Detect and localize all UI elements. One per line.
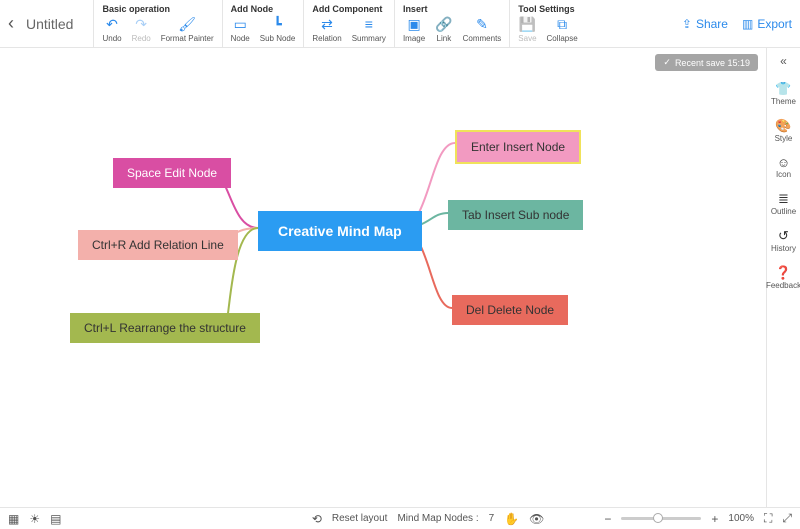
group-tool-settings: Tool Settings 💾Save ⧉Collapse [509, 0, 585, 47]
collapse-icon: ⧉ [557, 16, 567, 32]
redo-button[interactable]: ↷Redo [132, 16, 151, 43]
theme-icon: 👕 [775, 81, 791, 97]
zoom-out-button[interactable]: − [604, 512, 611, 526]
nodes-count: 7 [489, 513, 495, 524]
node-left-3[interactable]: Ctrl+L Rearrange the structure [70, 313, 260, 343]
top-toolbar: ‹ Untitled Basic operation ↶Undo ↷Redo 🖌… [0, 0, 800, 48]
sidebar-theme[interactable]: 👕Theme [771, 78, 796, 109]
group-insert: Insert ▣Image 🔗Link ✎Comments [394, 0, 509, 47]
undo-icon: ↶ [106, 16, 118, 32]
outline-icon: ≣ [778, 191, 789, 207]
sidebar-style[interactable]: 🎨Style [775, 115, 793, 146]
zoom-thumb[interactable] [653, 513, 663, 523]
insert-image-button[interactable]: ▣Image [403, 16, 425, 43]
relation-button[interactable]: ⇄Relation [312, 16, 341, 43]
node-right-3[interactable]: Del Delete Node [452, 295, 568, 325]
hand-icon[interactable]: ✋ [504, 512, 519, 526]
zoom-in-button[interactable]: + [711, 512, 718, 526]
history-icon: ↺ [778, 228, 789, 244]
doc-title[interactable]: Untitled [26, 16, 73, 32]
right-sidebar: « 👕Theme 🎨Style ☺Icon ≣Outline ↺History … [766, 48, 800, 507]
nodes-label: Mind Map Nodes : [397, 513, 478, 524]
save-button[interactable]: 💾Save [518, 16, 536, 43]
subnode-icon: ┗ [273, 16, 281, 32]
node-left-1[interactable]: Space Edit Node [113, 158, 231, 188]
summary-button[interactable]: ≡Summary [352, 16, 386, 43]
save-icon: 💾 [519, 16, 536, 32]
node-icon: ▭ [234, 16, 247, 32]
reset-layout-label[interactable]: Reset layout [332, 513, 388, 524]
sidebar-history[interactable]: ↺History [771, 225, 796, 256]
eye-icon[interactable]: 👁 [529, 512, 544, 526]
group-basic: Basic operation ↶Undo ↷Redo 🖌Format Pain… [93, 0, 221, 47]
bottom-bar: ▦ ☀ ▤ ⟲ Reset layout Mind Map Nodes : 7 … [0, 507, 800, 529]
group-add-component-title: Add Component [312, 4, 386, 14]
node-right-2[interactable]: Tab Insert Sub node [448, 200, 583, 230]
format-painter-button[interactable]: 🖌Format Painter [161, 16, 214, 43]
feedback-icon: ❓ [775, 265, 791, 281]
summary-icon: ≡ [365, 16, 373, 32]
recent-save-badge: ✓Recent save 15:19 [655, 54, 758, 71]
reset-layout-icon[interactable]: ⟲ [312, 512, 322, 526]
style-icon: 🎨 [775, 118, 791, 134]
add-node-button[interactable]: ▭Node [231, 16, 250, 43]
zoom-level: 100% [728, 513, 754, 524]
fullscreen-icon[interactable]: ⤢ [782, 511, 792, 526]
clock-icon: ✓ [663, 57, 671, 68]
link-icon: 🔗 [435, 16, 452, 32]
node-left-2[interactable]: Ctrl+R Add Relation Line [78, 230, 238, 260]
brush-icon: 🖌 [178, 16, 196, 32]
node-right-1[interactable]: Enter Insert Node [455, 130, 581, 164]
export-button[interactable]: ▥Export [742, 17, 792, 31]
sidebar-feedback[interactable]: ❓Feedback [766, 262, 800, 293]
collapse-button[interactable]: ⧉Collapse [547, 16, 578, 43]
sidebar-icon[interactable]: ☺Icon [776, 152, 791, 182]
sidebar-outline[interactable]: ≣Outline [771, 188, 796, 219]
relation-icon: ⇄ [321, 16, 333, 32]
group-tool-settings-title: Tool Settings [518, 4, 577, 14]
redo-icon: ↷ [135, 16, 147, 32]
group-basic-title: Basic operation [102, 4, 213, 14]
view-icon-3[interactable]: ▤ [50, 512, 61, 526]
group-add-component: Add Component ⇄Relation ≡Summary [303, 0, 394, 47]
icon-icon: ☺ [777, 155, 790, 170]
connectors-svg [0, 48, 766, 507]
sidebar-collapse-icon[interactable]: « [780, 54, 787, 68]
undo-button[interactable]: ↶Undo [102, 16, 121, 43]
share-icon: ⇪ [682, 17, 692, 31]
view-icon-1[interactable]: ▦ [8, 512, 19, 526]
group-insert-title: Insert [403, 4, 501, 14]
center-node[interactable]: Creative Mind Map [258, 211, 422, 251]
image-icon: ▣ [407, 16, 420, 32]
group-add-node-title: Add Node [231, 4, 296, 14]
view-icon-2[interactable]: ☀ [29, 512, 40, 526]
share-button[interactable]: ⇪Share [682, 17, 728, 31]
fit-icon[interactable]: ⛶ [764, 511, 772, 526]
group-add-node: Add Node ▭Node ┗Sub Node [222, 0, 304, 47]
add-subnode-button[interactable]: ┗Sub Node [260, 16, 296, 43]
insert-link-button[interactable]: 🔗Link [435, 16, 452, 43]
comments-button[interactable]: ✎Comments [463, 16, 502, 43]
back-button[interactable]: ‹ [8, 13, 14, 34]
zoom-slider[interactable] [621, 517, 701, 520]
mindmap-canvas[interactable]: ✓Recent save 15:19 Creative Mind Map Ent… [0, 48, 766, 507]
comments-icon: ✎ [476, 16, 488, 32]
export-icon: ▥ [742, 17, 753, 31]
